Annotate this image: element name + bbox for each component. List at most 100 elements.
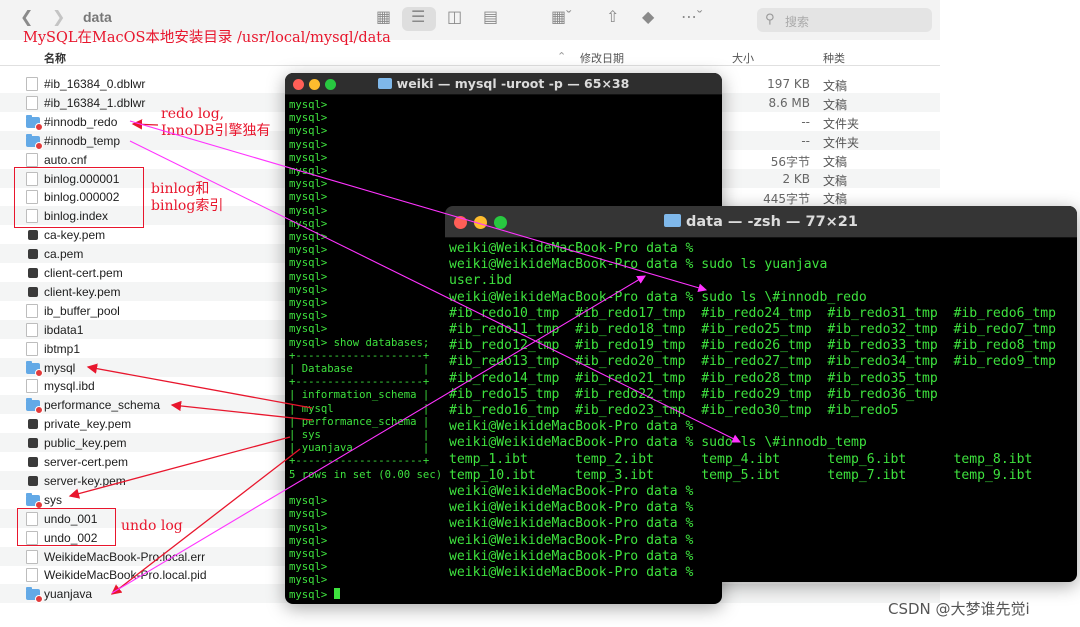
file-size: -- bbox=[801, 114, 810, 129]
locked-folder-icon bbox=[26, 398, 43, 415]
terminal-line: ​ bbox=[289, 482, 442, 495]
watermark: CSDN @大梦谁先觉i bbox=[888, 600, 1030, 618]
terminal-line: mysql> bbox=[289, 323, 328, 336]
share-icon[interactable]: ⇧ bbox=[606, 8, 619, 28]
file-size: 8.6 MB bbox=[768, 95, 810, 110]
undo-log-annotation: undo log bbox=[121, 518, 183, 534]
certificate-icon bbox=[28, 230, 38, 241]
document-icon bbox=[26, 568, 38, 583]
file-name: ca.pem bbox=[44, 247, 84, 262]
file-name: #ib_16384_0.dblwr bbox=[44, 77, 146, 91]
file-kind: 文稿 bbox=[823, 97, 848, 112]
column-header-row: 名称 ⌃ 修改日期 大小 种类 bbox=[0, 46, 940, 66]
locked-folder-icon bbox=[26, 114, 43, 131]
file-kind: 文件夹 bbox=[823, 135, 860, 150]
terminal-title-text: weiki — mysql -uroot -p — 65×38 bbox=[396, 76, 630, 91]
binlog-highlight-box bbox=[14, 167, 144, 228]
search-icon: ⚲ bbox=[765, 11, 775, 26]
file-name: performance_schema bbox=[44, 398, 161, 413]
terminal-line: mysql> bbox=[289, 534, 328, 547]
file-size: 197 KB bbox=[767, 77, 810, 91]
column-header-kind[interactable]: 种类 bbox=[823, 50, 845, 66]
terminal-line: #ib_redo14_tmp #ib_redo21_tmp #ib_redo28… bbox=[449, 370, 938, 386]
group-icon[interactable]: ▦ˇ bbox=[551, 8, 571, 28]
file-name: server-cert.pem bbox=[44, 455, 129, 469]
terminal-line: mysql> bbox=[289, 508, 328, 521]
terminal-line: | Database | bbox=[289, 363, 430, 376]
document-icon bbox=[26, 379, 38, 394]
terminal-line: weiki@WeikideMacBook-Pro data % bbox=[449, 532, 694, 548]
file-size: 56字节 bbox=[770, 154, 810, 169]
list-view-button[interactable]: ☰ bbox=[402, 7, 436, 31]
column-view-icon[interactable]: ◫ bbox=[447, 8, 462, 28]
no-access-icon bbox=[35, 141, 43, 150]
terminal-line: +--------------------+ bbox=[289, 455, 430, 468]
file-name: yuanjava bbox=[44, 587, 93, 602]
terminal-line: 5 rows in set (0.00 sec) bbox=[289, 468, 443, 481]
column-header-modified[interactable]: 修改日期 bbox=[580, 50, 624, 66]
column-header-name[interactable]: 名称 bbox=[44, 50, 66, 66]
terminal-titlebar: weiki — mysql -uroot -p — 65×38 bbox=[285, 73, 722, 95]
terminal-line: mysql> bbox=[289, 231, 328, 244]
tag-icon[interactable]: ◆ bbox=[642, 8, 654, 28]
terminal-line: weiki@WeikideMacBook-Pro data % sudo ls … bbox=[449, 289, 867, 305]
gallery-view-icon[interactable]: ▤ bbox=[483, 8, 498, 28]
column-header-size[interactable]: 大小 bbox=[732, 50, 754, 66]
document-icon bbox=[26, 341, 38, 356]
file-name: ibtmp1 bbox=[44, 341, 81, 356]
document-icon bbox=[26, 152, 38, 167]
terminal-line: | mysql | bbox=[289, 402, 430, 415]
terminal-line: | performance_schema | bbox=[289, 415, 430, 428]
terminal-line: +--------------------+ bbox=[289, 376, 430, 389]
more-actions-icon[interactable]: ⋯ˇ bbox=[681, 8, 702, 28]
forward-icon[interactable]: ❯ bbox=[52, 8, 65, 28]
certificate-icon bbox=[28, 249, 38, 260]
terminal-line: mysql> show databases; bbox=[289, 336, 430, 349]
certificate-icon bbox=[28, 457, 38, 467]
terminal-line: mysql> bbox=[289, 178, 328, 191]
file-name: client-cert.pem bbox=[44, 266, 123, 280]
file-name: mysql bbox=[44, 360, 76, 375]
file-name: ib_buffer_pool bbox=[44, 303, 120, 318]
terminal-line: #ib_redo13_tmp #ib_redo20_tmp #ib_redo27… bbox=[449, 354, 1056, 370]
file-name: #ib_16384_1.dblwr bbox=[44, 95, 146, 110]
file-name: sys bbox=[44, 492, 62, 507]
terminal-line: weiki@WeikideMacBook-Pro data % sudo ls … bbox=[449, 257, 828, 273]
terminal-output: mysql> mysql> mysql> mysql> mysql> mysql> mysq… bbox=[289, 99, 442, 602]
terminal-line: mysql> bbox=[289, 283, 328, 296]
terminal-line: weiki@WeikideMacBook-Pro data % bbox=[449, 241, 694, 256]
sort-chevron-icon: ⌃ bbox=[557, 50, 567, 63]
terminal-line: mysql> bbox=[289, 138, 328, 151]
terminal-line: mysql> bbox=[289, 297, 328, 310]
document-icon bbox=[26, 77, 38, 91]
file-size: 2 KB bbox=[782, 171, 810, 186]
icon-view-icon[interactable]: ▦ bbox=[376, 8, 391, 28]
install-dir-annotation: MySQL在MacOS本地安装目录 /usr/local/mysql/data bbox=[23, 30, 391, 46]
document-icon bbox=[26, 549, 38, 564]
file-name: public_key.pem bbox=[44, 436, 127, 451]
file-name: private_key.pem bbox=[44, 417, 132, 432]
undo-highlight-box bbox=[17, 508, 116, 546]
terminal-line: temp_10.ibt temp_3.ibt temp_5.ibt temp_7… bbox=[449, 467, 1033, 483]
cursor bbox=[333, 587, 340, 599]
terminal-line: mysql> bbox=[289, 574, 328, 587]
terminal-output: weiki@WeikideMacBook-Pro data % weiki@Wei… bbox=[449, 241, 1056, 581]
locked-folder-icon bbox=[26, 133, 43, 150]
search-input[interactable]: ⚲ 搜索 bbox=[757, 8, 932, 32]
terminal-line: mysql> bbox=[289, 561, 328, 574]
terminal-line: mysql> bbox=[289, 204, 328, 217]
file-kind: 文稿 bbox=[823, 173, 848, 188]
terminal-line: mysql> bbox=[289, 112, 328, 125]
file-name: mysql.ibd bbox=[44, 379, 95, 394]
file-kind: 文稿 bbox=[823, 154, 848, 169]
file-name: WeikideMacBook-Pro.local.pid bbox=[44, 568, 207, 583]
terminal-line: mysql> bbox=[289, 151, 328, 164]
terminal-line: mysql> bbox=[289, 257, 328, 270]
binlog-annotation-line1: binlog和 bbox=[151, 181, 210, 197]
terminal-line: weiki@WeikideMacBook-Pro data % bbox=[449, 419, 694, 435]
back-icon[interactable]: ❮ bbox=[20, 8, 33, 28]
terminal-window-zsh[interactable]: data — -zsh — 77×21 weiki@WeikideMacBook… bbox=[445, 206, 1077, 582]
terminal-line: weiki@WeikideMacBook-Pro data % sudo ls … bbox=[449, 435, 867, 451]
terminal-line: mysql> bbox=[289, 125, 328, 138]
terminal-line: #ib_redo11_tmp #ib_redo18_tmp #ib_redo25… bbox=[449, 322, 1056, 338]
